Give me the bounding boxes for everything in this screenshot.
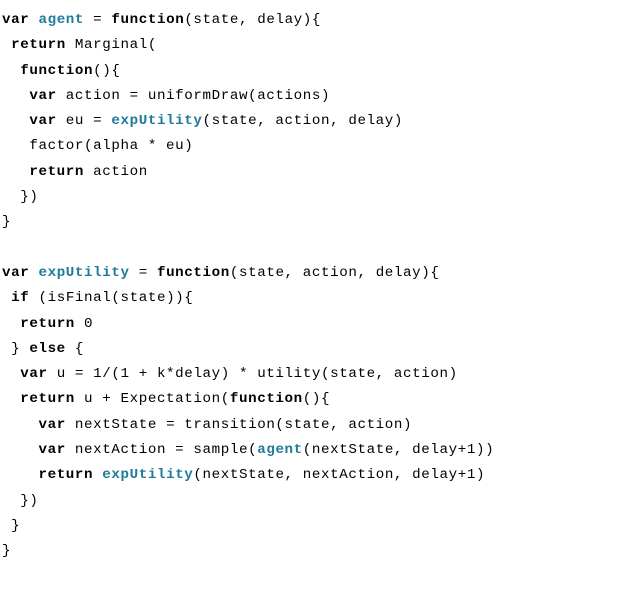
code-text: }) xyxy=(2,493,38,509)
code-text: action xyxy=(84,164,148,180)
keyword-else: else xyxy=(29,341,65,357)
code-text: (isFinal(state)){ xyxy=(29,290,193,306)
code-text: } xyxy=(2,214,11,230)
code-line: var agent = function(state, delay){ xyxy=(2,12,321,28)
code-line: return action xyxy=(2,164,148,180)
code-text: u + Expectation( xyxy=(75,391,230,407)
code-line: function(){ xyxy=(2,63,121,79)
funcname-agent: agent xyxy=(38,12,84,28)
code-text: (nextState, nextAction, delay+1) xyxy=(193,467,485,483)
code-text: } xyxy=(2,518,20,534)
keyword-var: var xyxy=(38,417,65,433)
keyword-if: if xyxy=(11,290,29,306)
code-line: return 0 xyxy=(2,316,93,332)
code-text xyxy=(2,442,38,458)
code-text: (nextState, delay+1)) xyxy=(303,442,494,458)
code-text: Marginal( xyxy=(66,37,157,53)
keyword-function: function xyxy=(111,12,184,28)
code-line: } xyxy=(2,518,20,534)
keyword-function: function xyxy=(157,265,230,281)
code-line: var expUtility = function(state, action,… xyxy=(2,265,440,281)
keyword-return: return xyxy=(29,164,84,180)
keyword-function: function xyxy=(20,63,93,79)
code-text: action = uniformDraw(actions) xyxy=(57,88,330,104)
code-line: var action = uniformDraw(actions) xyxy=(2,88,330,104)
code-line: var nextAction = sample(agent(nextState,… xyxy=(2,442,494,458)
code-line: factor(alpha * eu) xyxy=(2,138,193,154)
code-line: if (isFinal(state)){ xyxy=(2,290,193,306)
code-text xyxy=(2,88,29,104)
code-text xyxy=(2,366,20,382)
code-text xyxy=(2,63,20,79)
code-line: var u = 1/(1 + k*delay) * utility(state,… xyxy=(2,366,458,382)
keyword-function: function xyxy=(230,391,303,407)
funcname-agent: agent xyxy=(257,442,303,458)
code-text: { xyxy=(66,341,84,357)
keyword-var: var xyxy=(20,366,47,382)
code-text: (state, delay){ xyxy=(184,12,321,28)
keyword-var: var xyxy=(38,442,65,458)
code-text xyxy=(2,391,20,407)
keyword-return: return xyxy=(20,391,75,407)
code-text: nextAction = sample( xyxy=(66,442,257,458)
code-text xyxy=(93,467,102,483)
code-text xyxy=(2,467,38,483)
code-text: (){ xyxy=(93,63,120,79)
code-text: u = 1/(1 + k*delay) * utility(state, act… xyxy=(48,366,458,382)
code-text: }) xyxy=(2,189,38,205)
code-text xyxy=(2,113,29,129)
code-line: return expUtility(nextState, nextAction,… xyxy=(2,467,485,483)
keyword-return: return xyxy=(38,467,93,483)
code-block: var agent = function(state, delay){ retu… xyxy=(2,8,620,565)
keyword-return: return xyxy=(20,316,75,332)
code-line: var nextState = transition(state, action… xyxy=(2,417,412,433)
code-text: = xyxy=(84,12,111,28)
code-text: factor(alpha * eu) xyxy=(2,138,193,154)
code-line: } xyxy=(2,214,11,230)
code-line: }) xyxy=(2,189,38,205)
code-text xyxy=(2,290,11,306)
keyword-var: var xyxy=(29,113,56,129)
code-text: eu = xyxy=(57,113,112,129)
code-line: } else { xyxy=(2,341,84,357)
funcname-expUtility: expUtility xyxy=(111,113,202,129)
code-line: } xyxy=(2,543,11,559)
code-text xyxy=(2,316,20,332)
code-text: } xyxy=(2,341,29,357)
keyword-return: return xyxy=(11,37,66,53)
code-text: 0 xyxy=(75,316,93,332)
code-text: (state, action, delay) xyxy=(203,113,404,129)
code-line: }) xyxy=(2,493,38,509)
keyword-var: var xyxy=(29,88,56,104)
funcname-expUtility: expUtility xyxy=(102,467,193,483)
code-text: = xyxy=(130,265,157,281)
code-text xyxy=(2,417,38,433)
code-line: var eu = expUtility(state, action, delay… xyxy=(2,113,403,129)
code-text: nextState = transition(state, action) xyxy=(66,417,412,433)
code-text: (){ xyxy=(303,391,330,407)
code-text: } xyxy=(2,543,11,559)
funcname-expUtility: expUtility xyxy=(38,265,129,281)
keyword-var: var xyxy=(2,12,29,28)
keyword-var: var xyxy=(2,265,29,281)
code-line: return Marginal( xyxy=(2,37,157,53)
code-line: return u + Expectation(function(){ xyxy=(2,391,330,407)
code-text xyxy=(2,164,29,180)
code-text: (state, action, delay){ xyxy=(230,265,440,281)
